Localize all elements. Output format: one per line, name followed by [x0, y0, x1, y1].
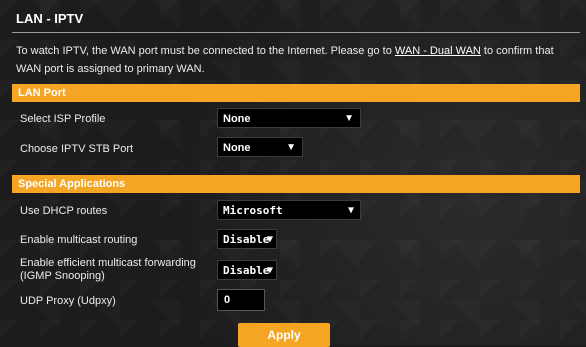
- igmp-snooping-select[interactable]: Disable ▼: [217, 260, 277, 280]
- description-prefix: To watch IPTV, the WAN port must be conn…: [16, 45, 395, 57]
- wan-dual-wan-link[interactable]: WAN - Dual WAN: [395, 45, 481, 57]
- chevron-down-icon: ▼: [286, 142, 296, 153]
- dhcp-routes-select[interactable]: Microsoft ▼: [217, 200, 361, 220]
- stb-port-select[interactable]: None ▼: [217, 137, 303, 157]
- udp-proxy-input[interactable]: 0: [217, 289, 265, 311]
- multicast-routing-label: Enable multicast routing: [20, 234, 138, 246]
- page-title: LAN - IPTV: [12, 0, 580, 33]
- chevron-down-icon: ▼: [347, 205, 354, 216]
- page-description: To watch IPTV, the WAN port must be conn…: [12, 33, 580, 84]
- chevron-down-icon: ▼: [266, 234, 273, 245]
- multicast-routing-select[interactable]: Disable ▼: [217, 229, 277, 249]
- isp-profile-value: None: [223, 113, 251, 125]
- udp-proxy-label: UDP Proxy (Udpxy): [20, 295, 116, 307]
- udp-proxy-row: UDP Proxy (Udpxy) 0: [12, 285, 580, 315]
- lan-port-section-header: LAN Port: [12, 84, 580, 102]
- iptv-settings-panel: LAN - IPTV To watch IPTV, the WAN port m…: [12, 0, 580, 315]
- apply-button[interactable]: Apply: [238, 323, 330, 347]
- isp-profile-row: Select ISP Profile None ▼: [12, 102, 580, 132]
- chevron-down-icon: ▼: [266, 265, 273, 276]
- igmp-snooping-label: Enable efficient multicast forwarding (I…: [20, 257, 196, 282]
- igmp-snooping-row: Enable efficient multicast forwarding (I…: [12, 253, 580, 285]
- multicast-routing-row: Enable multicast routing Disable ▼: [12, 225, 580, 253]
- chevron-down-icon: ▼: [344, 113, 354, 124]
- isp-profile-label: Select ISP Profile: [20, 113, 106, 125]
- igmp-snooping-value: Disable: [223, 264, 270, 277]
- dhcp-routes-row: Use DHCP routes Microsoft ▼: [12, 193, 580, 225]
- special-applications-section-header: Special Applications: [12, 175, 580, 193]
- stb-port-row: Choose IPTV STB Port None ▼: [12, 132, 580, 165]
- dhcp-routes-value: Microsoft: [223, 204, 283, 217]
- isp-profile-select[interactable]: None ▼: [217, 108, 361, 128]
- stb-port-value: None: [223, 142, 251, 154]
- multicast-routing-value: Disable: [223, 233, 270, 246]
- stb-port-label: Choose IPTV STB Port: [20, 143, 134, 155]
- dhcp-routes-label: Use DHCP routes: [20, 205, 108, 217]
